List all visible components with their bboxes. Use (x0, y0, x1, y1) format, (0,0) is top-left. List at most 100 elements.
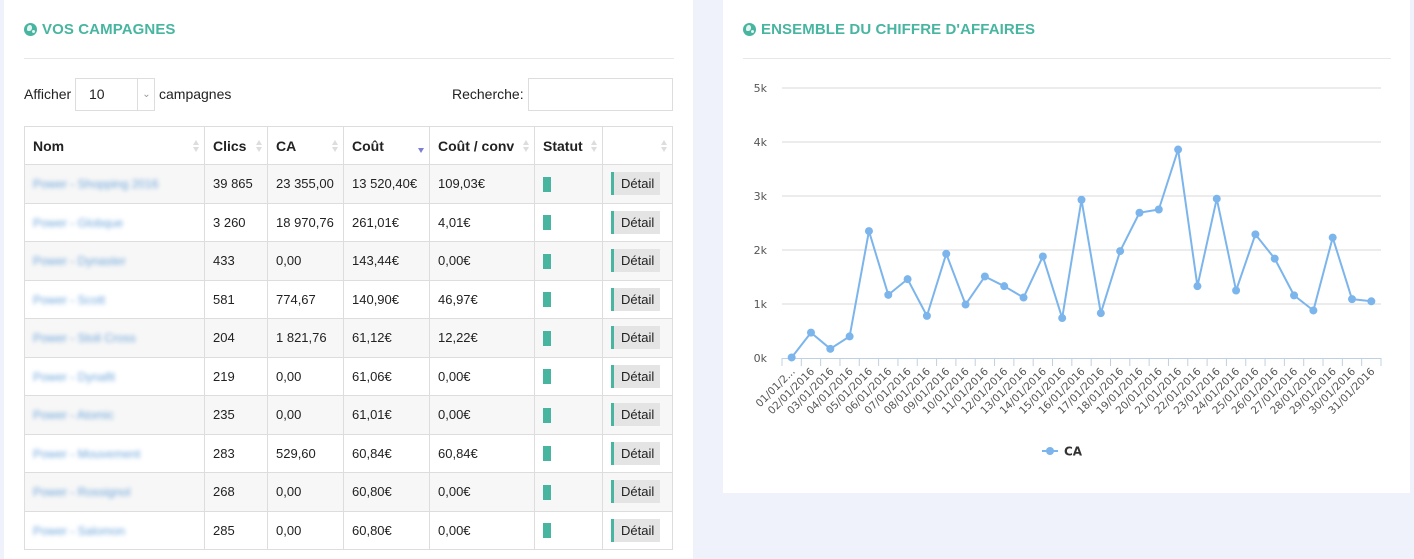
cell-cout: 61,06€ (343, 356, 430, 396)
campaign-name-link[interactable]: Power - Globque (33, 216, 123, 230)
y-tick-label: 4k (754, 136, 768, 149)
cell-statut (534, 279, 603, 319)
column-label: Statut (543, 137, 583, 154)
sort-icon (256, 140, 263, 153)
table-body: Power - Shopping 2016 39 865 23 355,00 13 5… (24, 164, 673, 550)
column-header-actions[interactable] (602, 126, 673, 165)
legend-marker (1046, 447, 1054, 455)
campaigns-title-text: VOS CAMPAGNES (42, 21, 176, 38)
cell-ca: 23 355,00 (267, 164, 344, 204)
search-input[interactable] (528, 78, 673, 111)
cell-cout-conv: 60,84€ (429, 433, 535, 473)
detail-button[interactable]: Détail (611, 326, 661, 350)
column-header-statut[interactable]: Statut (534, 126, 603, 165)
cell-nom: Power - Shopping 2016 (24, 164, 205, 204)
campaign-name-link[interactable]: Power - Shopping 2016 (33, 177, 158, 191)
title-divider (24, 58, 674, 59)
campaign-name-link[interactable]: Power - Dynaster (33, 254, 126, 268)
data-point (845, 332, 854, 341)
campaign-name-link[interactable]: Power - Scott (33, 293, 105, 307)
data-point (1174, 145, 1183, 154)
cell-ca: 0,00 (267, 510, 344, 550)
campaign-name-link[interactable]: Power - Atomic (33, 408, 114, 422)
cell-cout: 13 520,40€ (343, 164, 430, 204)
revenue-panel: ENSEMBLE DU CHIFFRE D'AFFAIRES 0k 1k 2k 3k 4… (723, 0, 1410, 493)
page-length-select[interactable]: 10 ⌄ (75, 78, 155, 111)
column-header-nom[interactable]: Nom (24, 126, 205, 165)
cell-statut (534, 241, 603, 281)
y-tick-label: 5k (754, 82, 768, 95)
detail-button[interactable]: Détail (611, 364, 661, 388)
cell-action: Détail (602, 318, 673, 358)
campaign-name-link[interactable]: Power - Stoli Cross (33, 331, 136, 345)
cell-ca: 1 821,76 (267, 318, 344, 358)
table-row: Power - Mouvement 283 529,60 60,84€ 60,84€ Dé… (24, 433, 673, 473)
data-point (1193, 282, 1202, 291)
sort-icon (523, 140, 530, 153)
campaign-name-link[interactable]: Power - Salomon (33, 524, 125, 538)
column-header-cout[interactable]: Coût (343, 126, 430, 165)
chevron-down-icon[interactable]: ⌄ (137, 79, 155, 110)
cell-cout-conv: 0,00€ (429, 395, 535, 435)
cell-cout-conv: 46,97€ (429, 279, 535, 319)
globe-icon (24, 23, 37, 36)
y-tick-label: 0k (754, 352, 768, 365)
cell-cout: 60,84€ (343, 433, 430, 473)
data-point (1019, 293, 1028, 302)
data-point (787, 353, 796, 362)
data-point (1135, 208, 1144, 217)
revenue-line-chart: 0k1k2k3k4k5k01/01/2...02/01/201603/01/20… (754, 82, 1382, 459)
data-point (1328, 233, 1337, 242)
campaign-name-link[interactable]: Power - Rossignol (33, 485, 130, 499)
cell-ca: 0,00 (267, 241, 344, 281)
cell-nom: Power - Dynafit (24, 356, 205, 396)
detail-button[interactable]: Détail (611, 480, 661, 504)
data-point (1038, 252, 1047, 261)
column-label: Coût (352, 137, 384, 154)
cell-action: Détail (602, 395, 673, 435)
sort-icon (332, 140, 339, 153)
cell-statut (534, 472, 603, 512)
status-indicator (543, 330, 551, 346)
y-tick-label: 2k (754, 244, 768, 257)
detail-button[interactable]: Détail (611, 172, 661, 196)
table-row: Power - Globque 3 260 18 970,76 261,01€ 4,01… (24, 202, 673, 242)
detail-button[interactable]: Détail (611, 518, 661, 542)
campaign-name-link[interactable]: Power - Mouvement (33, 447, 140, 461)
data-point (903, 275, 912, 284)
cell-cout: 143,44€ (343, 241, 430, 281)
search-label: Recherche: (452, 86, 524, 102)
data-point (864, 227, 873, 236)
cell-ca: 0,00 (267, 395, 344, 435)
detail-button[interactable]: Détail (611, 441, 661, 465)
cell-clics: 285 (204, 510, 268, 550)
column-header-ca[interactable]: CA (267, 126, 344, 165)
data-point (1077, 195, 1086, 204)
cell-cout-conv: 0,00€ (429, 356, 535, 396)
data-point (1096, 309, 1105, 318)
cell-clics: 433 (204, 241, 268, 281)
detail-button[interactable]: Détail (611, 287, 661, 311)
table-row: Power - Atomic 235 0,00 61,01€ 0,00€ Détail (24, 395, 673, 435)
data-point (1116, 247, 1125, 256)
campaigns-panel-title: VOS CAMPAGNES (24, 21, 176, 38)
cell-statut (534, 356, 603, 396)
column-label: Coût / conv (438, 137, 515, 154)
cell-action: Détail (602, 510, 673, 550)
campaign-name-link[interactable]: Power - Dynafit (33, 370, 115, 384)
detail-button[interactable]: Détail (611, 210, 661, 234)
page-length-value: 10 (89, 86, 105, 102)
column-header-cout-conv[interactable]: Coût / conv (429, 126, 535, 165)
cell-cout-conv: 12,22€ (429, 318, 535, 358)
length-suffix-label: campagnes (159, 86, 232, 102)
cell-action: Détail (602, 164, 673, 204)
detail-button[interactable]: Détail (611, 249, 661, 273)
cell-clics: 3 260 (204, 202, 268, 242)
cell-nom: Power - Atomic (24, 395, 205, 435)
cell-ca: 18 970,76 (267, 202, 344, 242)
campaigns-table: Nom Clics CA Coût Coût / conv Statut Pow… (24, 126, 673, 550)
sort-icon (661, 140, 668, 153)
detail-button[interactable]: Détail (611, 403, 661, 427)
cell-statut (534, 164, 603, 204)
column-header-clics[interactable]: Clics (204, 126, 268, 165)
